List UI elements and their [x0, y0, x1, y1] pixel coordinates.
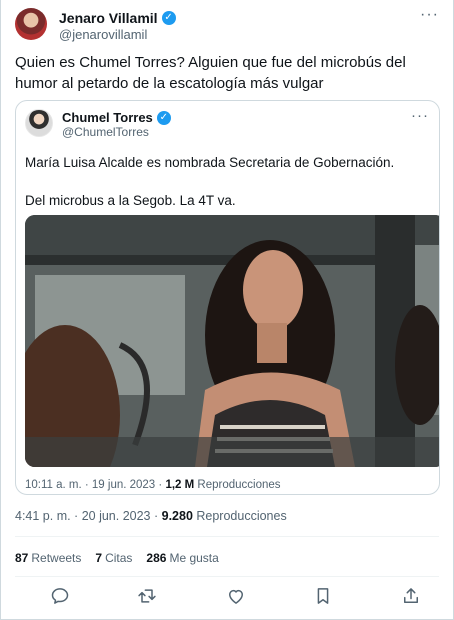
- retweet-icon[interactable]: [137, 586, 157, 606]
- quoted-author-handle[interactable]: @ChumelTorres: [62, 125, 149, 139]
- quoted-author-name[interactable]: Chumel Torres: [62, 110, 153, 125]
- quotes-stat[interactable]: 7 Citas: [95, 551, 132, 565]
- author-handle[interactable]: @jenarovillamil: [59, 27, 147, 42]
- quoted-tweet[interactable]: Chumel Torres ✓ @ChumelTorres ··· María …: [15, 100, 440, 495]
- tweet-card: Jenaro Villamil ✓ @jenarovillamil ··· Qu…: [0, 0, 454, 620]
- video-frame: [25, 215, 439, 467]
- quoted-tweet-text: María Luisa Alcalde es nombrada Secretar…: [25, 155, 395, 208]
- author-name[interactable]: Jenaro Villamil: [59, 10, 158, 26]
- retweets-stat[interactable]: 87 Retweets: [15, 551, 81, 565]
- quoted-tweet-time[interactable]: 10:11 a. m. · 19 jun. 2023 ·: [25, 479, 165, 491]
- author-avatar[interactable]: [15, 8, 47, 40]
- verified-badge-icon: ✓: [156, 110, 171, 125]
- quoted-tweet-meta: 10:11 a. m. · 19 jun. 2023 · 1,2 M Repro…: [25, 479, 281, 491]
- quotes-count: 7: [95, 551, 103, 565]
- divider: [15, 576, 439, 577]
- engagement-stats: 87 Retweets 7 Citas 286 Me gusta: [15, 551, 219, 565]
- retweets-label: Retweets: [31, 551, 82, 565]
- likes-stat[interactable]: 286 Me gusta: [146, 551, 218, 565]
- quoted-author-name-row: Chumel Torres ✓: [62, 110, 171, 125]
- quoted-author-avatar[interactable]: [25, 109, 53, 137]
- more-options-icon[interactable]: ···: [420, 7, 439, 23]
- share-icon[interactable]: [401, 586, 421, 606]
- quoted-views-count: 1,2 M: [165, 479, 195, 491]
- bookmark-icon[interactable]: [313, 586, 333, 606]
- divider: [15, 536, 439, 537]
- quoted-views-label: Reproducciones: [194, 479, 281, 491]
- like-icon[interactable]: [226, 586, 246, 606]
- tweet-timestamp-row: 4:41 p. m. · 20 jun. 2023 · 9.280 Reprod…: [15, 509, 287, 523]
- likes-count: 286: [146, 551, 167, 565]
- quotes-label: Citas: [105, 551, 133, 565]
- quoted-media-video[interactable]: [25, 215, 439, 467]
- views-label: Reproducciones: [192, 509, 287, 523]
- more-options-icon[interactable]: ···: [411, 107, 429, 124]
- reply-icon[interactable]: [50, 586, 70, 606]
- tweet-header: Jenaro Villamil ✓ @jenarovillamil ···: [15, 7, 439, 44]
- retweets-count: 87: [15, 551, 29, 565]
- tweet-time[interactable]: 4:41 p. m. · 20 jun. 2023 ·: [15, 509, 162, 523]
- likes-label: Me gusta: [169, 551, 219, 565]
- tweet-text: Quien es Chumel Torres? Alguien que fue …: [15, 54, 406, 92]
- verified-badge-icon: ✓: [161, 11, 176, 25]
- action-bar: [1, 586, 453, 608]
- author-name-row: Jenaro Villamil ✓: [59, 10, 176, 26]
- views-count: 9.280: [161, 509, 193, 523]
